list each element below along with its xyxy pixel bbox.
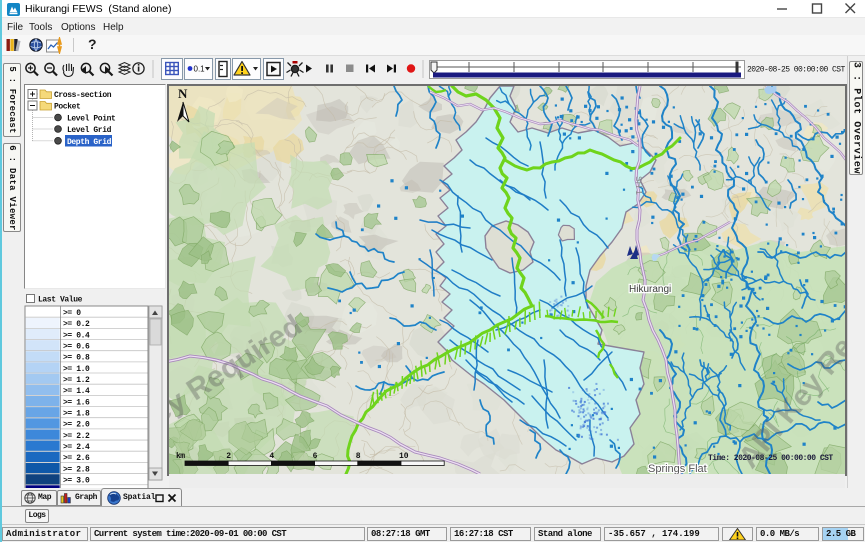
svg-text:8: 8 [356,452,361,461]
svg-text:>= 2.8: >= 2.8 [63,465,90,474]
svg-text:>= 0.8: >= 0.8 [63,354,90,363]
svg-text:>= 1.2: >= 1.2 [63,376,90,385]
svg-text:2020-08-25 00:00:00 CST: 2020-08-25 00:00:00 CST [747,66,846,75]
svg-text:Level Point: Level Point [67,115,116,124]
svg-text:Pocket: Pocket [54,103,81,112]
svg-text:Depth Grid: Depth Grid [67,138,112,147]
svg-text:>= 2.2: >= 2.2 [63,432,90,441]
svg-text:2: 2 [226,452,231,461]
svg-text:Cross-section: Cross-section [54,91,112,100]
svg-text:6: 6 [313,452,318,461]
svg-text:>= 0.2: >= 0.2 [63,320,90,329]
svg-text:>= 2.4: >= 2.4 [63,443,90,452]
svg-text:4: 4 [269,452,274,461]
svg-text:>= 1.8: >= 1.8 [63,410,90,419]
svg-text:>= 1.6: >= 1.6 [63,398,90,407]
svg-text:>= 3.0: >= 3.0 [63,477,90,486]
svg-text:>= 2.0: >= 2.0 [63,421,90,430]
svg-text:Hikurangi: Hikurangi [629,284,671,295]
svg-text:>= 0.4: >= 0.4 [63,331,90,340]
svg-text:>= 2.6: >= 2.6 [63,454,90,463]
svg-text:Level Grid: Level Grid [67,126,112,135]
svg-text:N: N [178,86,188,101]
svg-text:km: km [176,452,185,461]
svg-text:Springs Flat: Springs Flat [648,463,707,474]
svg-text:>= 1.4: >= 1.4 [63,387,90,396]
svg-text:Last Value: Last Value [38,296,83,305]
svg-text:>= 0.6: >= 0.6 [63,343,90,352]
svg-text:>= 0: >= 0 [63,309,81,318]
svg-text:10: 10 [399,452,409,461]
svg-text:Time: 2020-08-25 00:00:00 CST: Time: 2020-08-25 00:00:00 CST [708,454,833,463]
svg-text:SH 1: SH 1 [634,176,644,195]
svg-text:>= 1.0: >= 1.0 [63,365,90,374]
svg-text:0.1: 0.1 [194,65,206,74]
